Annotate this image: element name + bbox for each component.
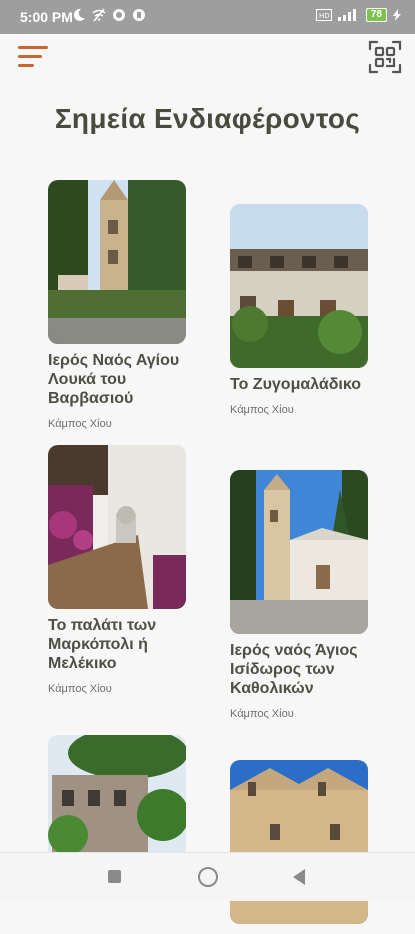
poi-image [48, 445, 186, 609]
poi-name: Το Ζυγομαλάδικο [230, 376, 362, 393]
poi-location: Κάμπος Χίου [48, 418, 112, 430]
qr-scan-icon [368, 40, 402, 74]
poi-name: Ιερός ναός Άγιος Ισίδωρος των Καθολικών [230, 642, 358, 697]
poi-card-6[interactable] [230, 760, 368, 934]
wifi-off-icon [92, 8, 106, 22]
signal-icon [337, 9, 356, 21]
poi-card-zygomaladiko[interactable]: Το Ζυγομαλάδικο Κάμπος Χίου [230, 204, 368, 416]
svg-text:HD: HD [319, 12, 330, 20]
poi-image [230, 204, 368, 368]
moon-icon [73, 8, 85, 21]
app-icon [113, 9, 125, 21]
poi-card-markopoli[interactable]: Το παλάτι των Μαρκόπολι ή Μελέκικο Κάμπο… [48, 445, 186, 695]
menu-icon [18, 46, 48, 49]
poi-image [230, 470, 368, 634]
menu-button[interactable] [18, 44, 52, 70]
poi-card-agios-loukas[interactable]: Ιερός Ναός Αγίου Λουκά του Βαρβασιού Κάμ… [48, 180, 186, 430]
poi-name: Ιερός Ναός Αγίου Λουκά του Βαρβασιού [48, 352, 180, 407]
home-icon[interactable] [198, 867, 218, 887]
charging-icon [393, 9, 401, 21]
qr-scan-button[interactable] [368, 40, 402, 74]
volte-icon: HD [315, 9, 332, 21]
poi-name: Το παλάτι των Μαρκόπολι ή Μελέκικο [48, 617, 157, 672]
back-icon[interactable] [293, 869, 305, 885]
battery-icon: 78 [365, 8, 387, 22]
poi-location: Κάμπος Χίου [48, 683, 112, 695]
recents-icon[interactable] [108, 870, 121, 883]
poi-location: Κάμπος Χίου [230, 404, 294, 416]
status-time: 5:00 PM [20, 9, 73, 25]
page-title: Σημεία Ενδιαφέροντος [54, 103, 361, 134]
system-nav-bar [0, 852, 415, 901]
poi-image [48, 180, 186, 344]
poi-location: Κάμπος Χίου [230, 708, 294, 720]
poi-card-agios-isidoros[interactable]: Ιερός ναός Άγιος Ισίδωρος των Καθολικών … [230, 470, 368, 720]
app-icon-2 [133, 9, 145, 21]
status-bar: 5:00 PM HD 78 [0, 0, 415, 34]
